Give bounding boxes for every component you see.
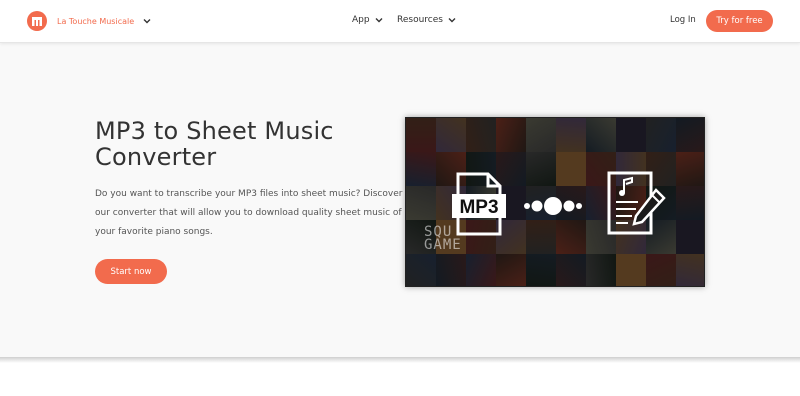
try-for-free-button[interactable]: Try for free [706,10,773,32]
hero-image: SQU GAME MP3 [405,117,705,287]
mp3-label: MP3 [459,197,498,218]
chevron-down-icon [448,18,456,23]
page-title: MP3 to Sheet Music Converter [95,118,395,170]
mp3-file-icon: MP3 [452,172,506,236]
title-line-2: Converter [95,143,217,171]
conversion-graphic: MP3 [452,171,666,236]
brand-name: La Touche Musicale [57,16,135,26]
login-link[interactable]: Log In [670,15,696,25]
hero-divider [0,357,800,363]
progress-dots-icon [524,197,582,215]
site-header: La Touche Musicale App Resources Log In … [0,0,800,43]
hero-description: Do you want to transcribe your MP3 files… [95,189,403,237]
logo-icon [27,11,47,31]
nav-app[interactable]: App [352,15,384,25]
nav-app-label: App [352,15,370,25]
chevron-down-icon [143,19,151,24]
brand-dropdown[interactable]: La Touche Musicale [27,11,152,31]
nav-resources[interactable]: Resources [397,15,457,25]
chevron-down-icon [375,18,383,23]
nav-resources-label: Resources [397,15,443,25]
start-now-button[interactable]: Start now [95,259,167,284]
title-line-1: MP3 to Sheet Music [95,117,334,145]
pen-icon [632,188,666,226]
